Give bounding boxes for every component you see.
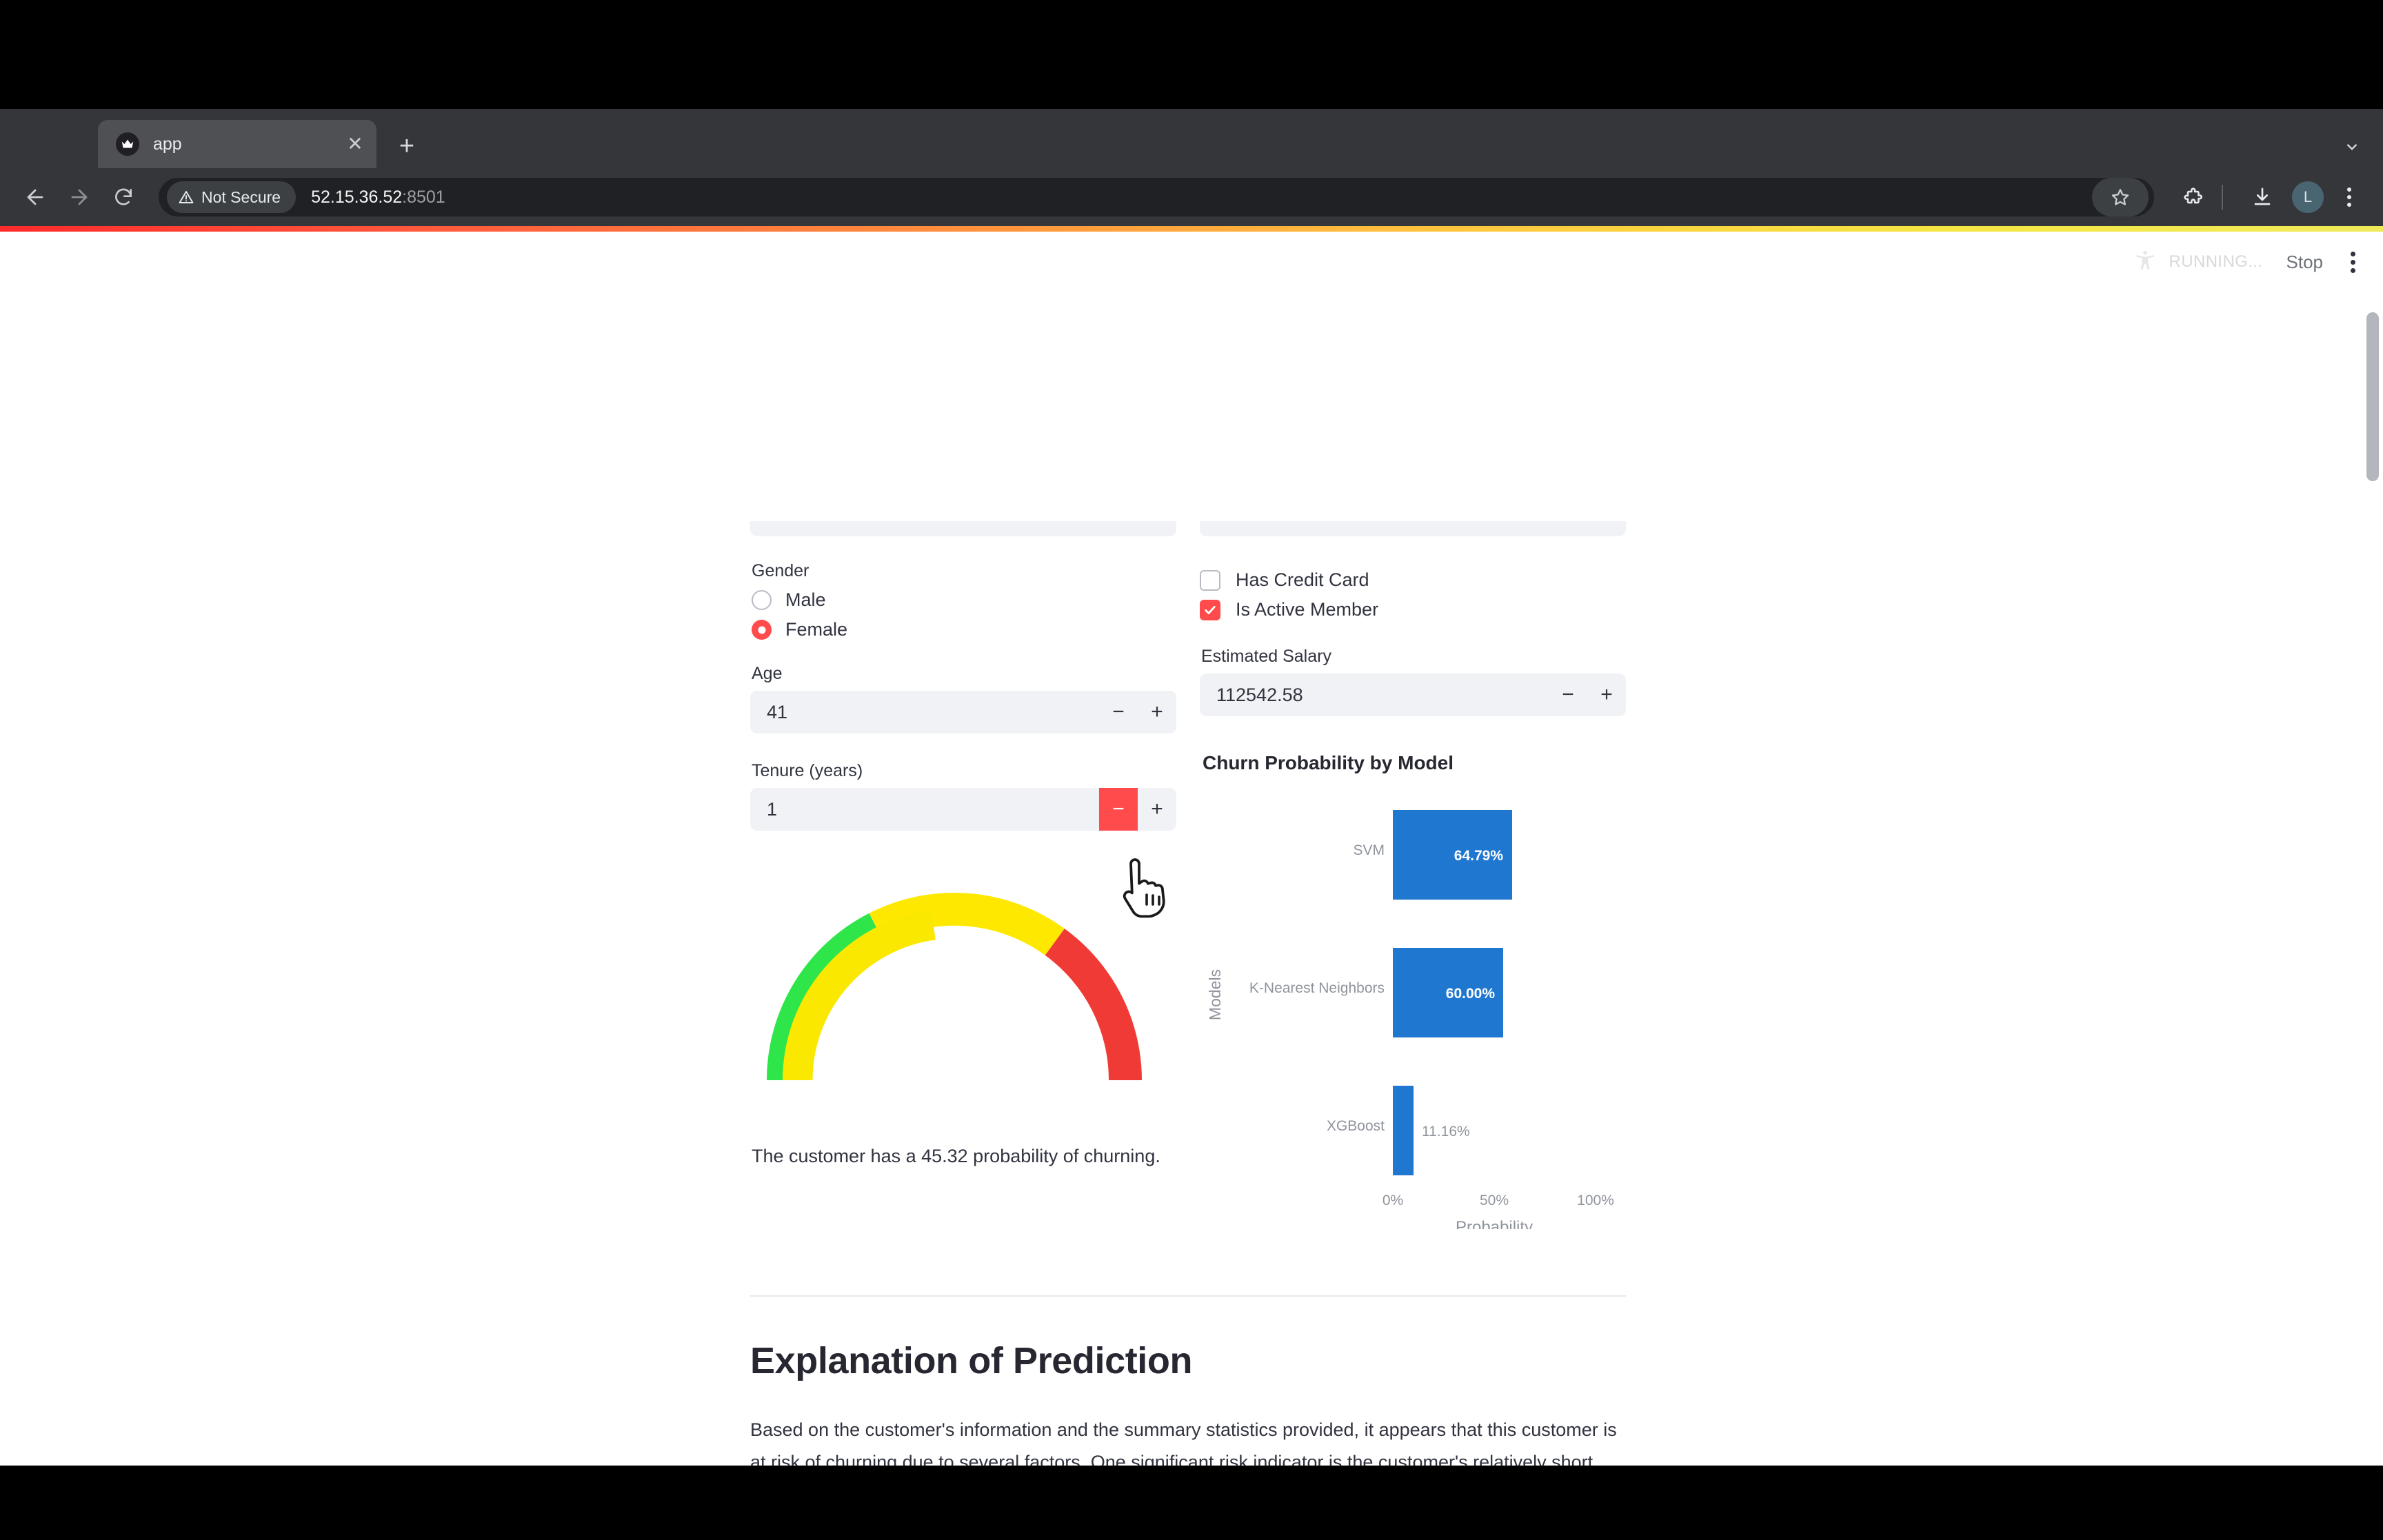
stop-button[interactable]: Stop [2286,252,2324,273]
extensions-puzzle-icon[interactable] [2175,179,2212,216]
forward-icon[interactable] [61,179,98,216]
estimated-salary-increment-button[interactable]: + [1587,673,1626,716]
radio-option-male[interactable]: Male [752,589,1176,611]
crown-favicon-icon [116,132,139,156]
download-icon[interactable] [2244,179,2281,216]
profile-avatar[interactable]: L [2292,181,2324,213]
age-label: Age [752,664,783,683]
browser-menu-icon[interactable] [2332,180,2366,214]
radio-option-female[interactable]: Female [752,619,1176,640]
not-secure-badge[interactable]: Not Secure [167,181,296,213]
url-port: :8501 [402,187,445,207]
clipped-input-above-left[interactable] [750,521,1176,536]
checkbox-has-credit-card[interactable]: Has Credit Card [1200,569,1626,591]
age-number-input[interactable]: 41 − + [750,691,1176,733]
address-bar[interactable]: Not Secure 52.15.36.52:8501 [159,178,2154,216]
churn-by-model-chart: Models SVM 64.79% K-Nearest Neighbors 60… [1200,774,1626,1237]
clipped-input-above-right[interactable] [1200,521,1626,536]
tab-close-icon[interactable]: ✕ [343,134,367,154]
bookmark-star-icon[interactable] [2092,178,2149,216]
form-column-right: Has Credit Card Is Active Member Estimat… [1200,226,1626,1237]
chart-xtick-100: 100% [1577,1193,1614,1208]
not-secure-label: Not Secure [201,188,281,206]
tenure-decrement-button[interactable]: − [1099,788,1138,831]
chart-xlabel: Probability [1456,1218,1533,1229]
tenure-increment-button[interactable]: + [1138,788,1176,831]
tab-strip: app ✕ + [0,109,2383,168]
page-viewport: RUNNING... Stop Gender Male Female Age 4… [0,226,2383,1466]
estimated-salary-label: Estimated Salary [1201,647,1331,666]
chart-ytick-xgboost: XGBoost [1327,1118,1385,1134]
omnibox-actions [2092,178,2154,216]
bar-label-knn: 60.00% [1446,986,1496,1002]
toolbar-divider [2222,185,2223,210]
accessibility-icon [2133,249,2157,276]
browser-window: app ✕ + Not Secure 52.15.36.52:8501 L RU… [0,109,2383,1466]
form-column-left: Gender Male Female Age 41 − + Tenure (ye… [750,226,1176,1229]
scrollbar-thumb[interactable] [2366,312,2379,481]
chart-ytick-knn: K-Nearest Neighbors [1249,980,1385,996]
age-decrement-button[interactable]: − [1099,691,1138,733]
is-active-member-label: Is Active Member [1236,599,1379,620]
explanation-paragraph: Based on the customer's information and … [750,1419,1617,1466]
gauge-caption: The customer has a 45.32 probability of … [752,1146,1160,1166]
gender-label: Gender [752,561,810,580]
explanation-heading: Explanation of Prediction [750,1340,1193,1381]
bar-chart-svg: Models SVM 64.79% K-Nearest Neighbors 60… [1206,810,1614,1237]
url-host: 52.15.36.52 [311,187,403,207]
app-content: Gender Male Female Age 41 − + Tenure (ye… [750,226,1626,1466]
checkbox-is-active-member[interactable]: Is Active Member [1200,599,1626,620]
status-running-label: RUNNING... [2169,252,2263,271]
radio-female-icon[interactable] [752,620,772,640]
streamlit-status-bar: RUNNING... Stop [2133,241,2355,283]
estimated-salary-number-input[interactable]: 112542.58 − + [1200,673,1626,716]
bar-label-xgboost: 11.16% [1422,1124,1470,1139]
has-credit-card-label: Has Credit Card [1236,569,1369,590]
estimated-salary-value[interactable]: 112542.58 [1200,685,1549,706]
tenure-number-input[interactable]: 1 − + [750,788,1176,831]
warning-triangle-icon [179,191,194,203]
bar-label-svm: 64.79% [1454,848,1504,864]
chart-xtick-50: 50% [1480,1193,1509,1208]
radio-male-label: Male [785,589,826,610]
age-increment-button[interactable]: + [1138,691,1176,733]
age-value[interactable]: 41 [750,702,1099,723]
app-menu-icon[interactable] [2351,251,2355,273]
page-scrollbar[interactable] [2362,233,2383,1466]
has-credit-card-checkbox-icon[interactable] [1200,569,1220,591]
browser-tab-app[interactable]: app ✕ [98,120,376,168]
back-icon[interactable] [17,179,54,216]
is-active-member-checkbox-icon[interactable] [1200,599,1220,620]
chevron-down-icon[interactable] [2336,131,2368,163]
gauge-band-red [1045,929,1142,1080]
form-columns: Gender Male Female Age 41 − + Tenure (ye… [750,226,1626,1237]
tab-title: app [153,134,182,154]
tenure-label: Tenure (years) [752,761,863,780]
checkmark-icon [1205,605,1216,614]
section-divider [750,1295,1626,1297]
gauge-svg [767,893,1142,1080]
tenure-value[interactable]: 1 [750,799,1099,820]
churn-gauge-chart: The customer has a 45.32 probability of … [750,873,1176,1197]
estimated-salary-decrement-button[interactable]: − [1549,673,1587,716]
browser-toolbar: Not Secure 52.15.36.52:8501 L [0,168,2383,226]
radio-female-label: Female [785,619,848,640]
chart-ytick-svm: SVM [1353,842,1385,858]
reload-icon[interactable] [105,179,142,216]
chart-title: Churn Probability by Model [1203,752,1454,773]
radio-male-icon[interactable] [752,590,772,610]
bar-xgboost [1393,1086,1414,1175]
url-text: 52.15.36.52:8501 [311,188,445,207]
screen: app ✕ + Not Secure 52.15.36.52:8501 L RU… [0,0,2383,1540]
chart-xtick-0: 0% [1382,1193,1403,1208]
chart-ylabel: Models [1206,969,1224,1020]
new-tab-button[interactable]: + [393,133,421,161]
